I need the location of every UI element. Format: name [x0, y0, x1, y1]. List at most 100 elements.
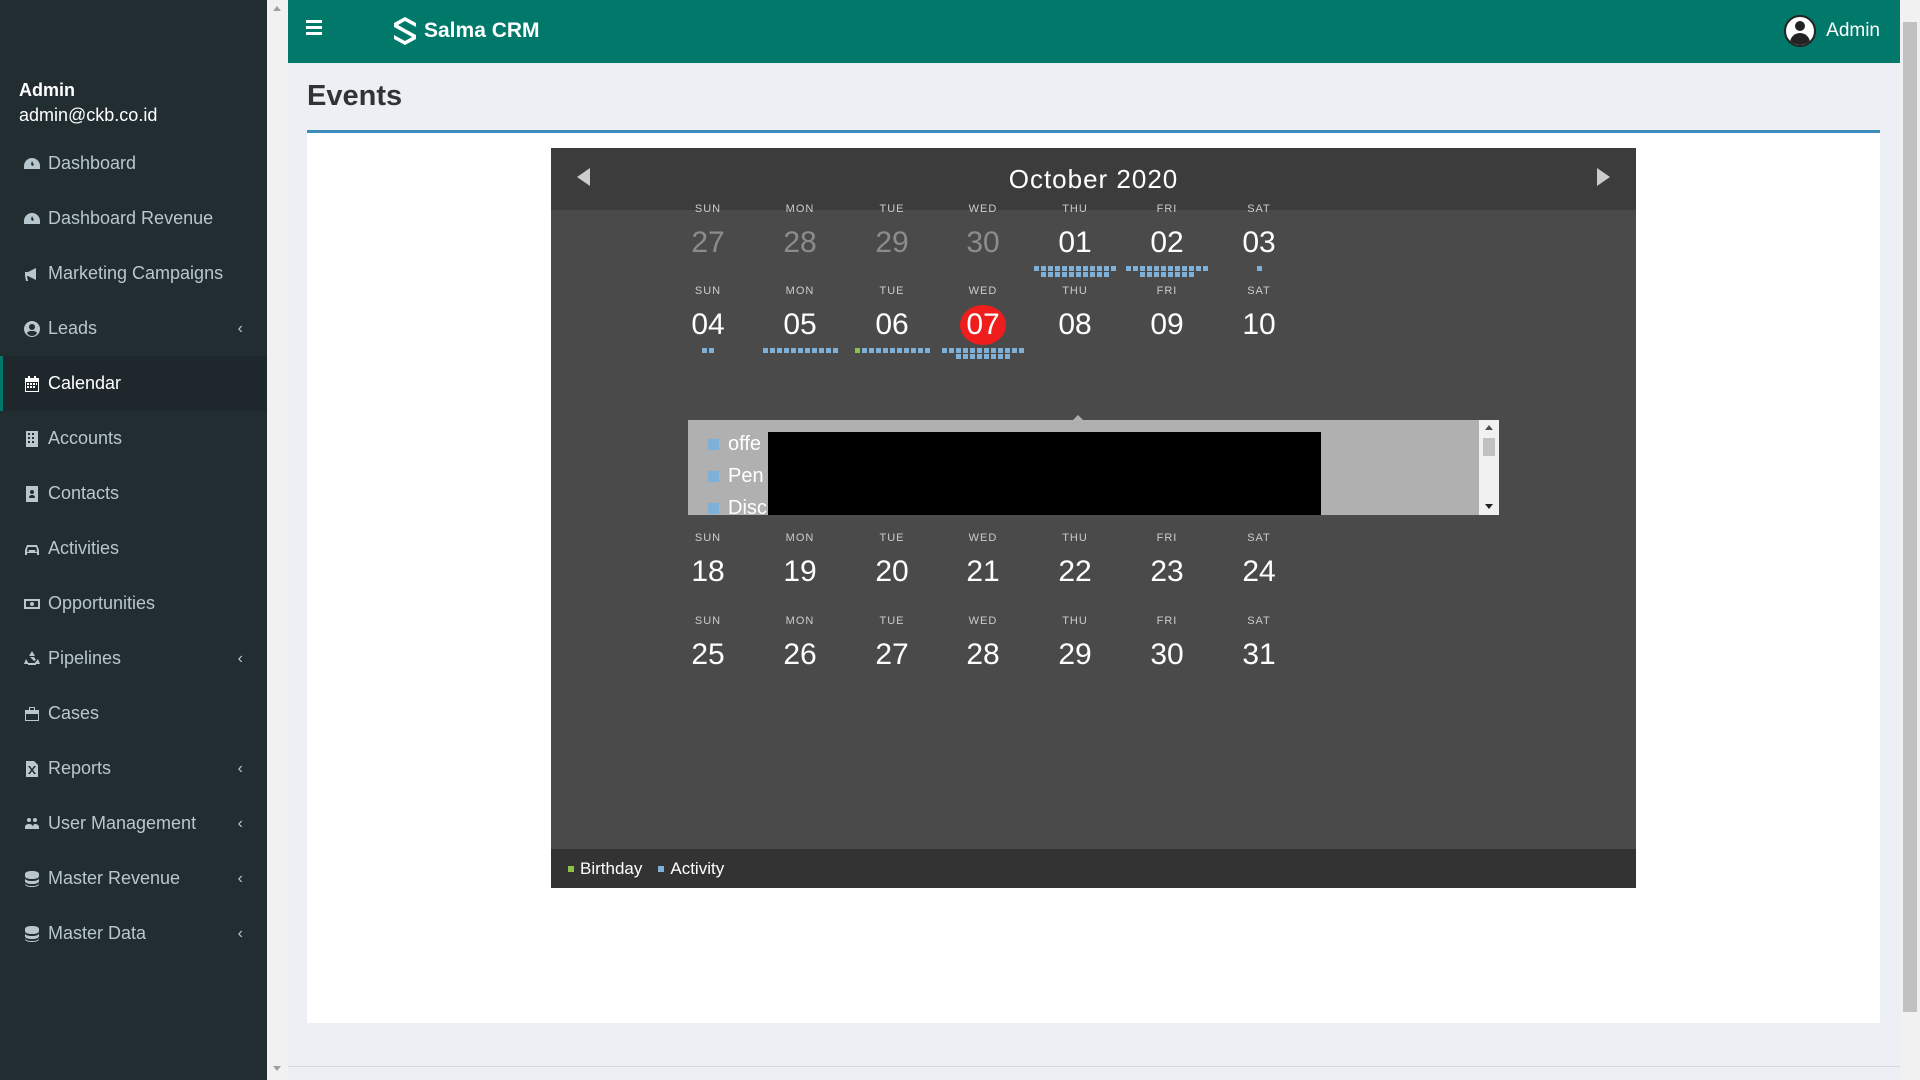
sidebar-scrollbar[interactable]	[267, 0, 288, 1080]
car-icon	[22, 539, 42, 559]
activity-dot	[956, 354, 961, 359]
calendar-day[interactable]: SAT 03	[1204, 203, 1314, 276]
sidebar-item-master-revenue[interactable]: Master Revenue ‹	[0, 851, 267, 906]
activity-dot	[1133, 266, 1138, 271]
activity-dot	[984, 348, 989, 353]
activity-dot	[1090, 272, 1095, 277]
event-dots	[1030, 595, 1120, 605]
sidebar-item-pipelines[interactable]: Pipelines ‹	[0, 631, 267, 686]
event-dots	[938, 595, 1028, 605]
day-number: 10	[1242, 308, 1276, 341]
activity-dot	[1005, 354, 1010, 359]
sidebar-item-cases[interactable]: Cases	[0, 686, 267, 741]
calendar-legend: Birthday Activity	[551, 849, 1636, 888]
sidebar-item-calendar[interactable]: Calendar	[0, 356, 267, 411]
popup-scroll-down-icon[interactable]	[1485, 504, 1493, 509]
activity-dot	[970, 348, 975, 353]
redacted-region	[768, 432, 1321, 515]
activity-dot	[1097, 266, 1102, 271]
sidebar-item-contacts[interactable]: Contacts	[0, 466, 267, 521]
sidebar-item-label: Activities	[48, 538, 120, 558]
activity-dot	[1154, 266, 1159, 271]
activity-dot	[868, 348, 874, 353]
sidebar-item-dashboard-revenue[interactable]: Dashboard Revenue	[0, 191, 267, 246]
sidebar-item-dashboard[interactable]: Dashboard	[0, 136, 267, 191]
activity-dot	[825, 348, 831, 353]
event-dots	[1122, 266, 1212, 277]
sidebar-item-label: Reports	[48, 758, 112, 778]
page-title: Events	[307, 80, 403, 112]
popup-scroll-up-icon[interactable]	[1485, 425, 1493, 430]
database-icon	[22, 869, 42, 889]
activity-dot	[1076, 266, 1081, 271]
sidebar-item-label: Contacts	[48, 483, 120, 503]
user-menu[interactable]: Admin	[1784, 15, 1880, 47]
activity-dot	[1104, 272, 1109, 277]
activity-dot	[1161, 266, 1166, 271]
activity-dot	[1041, 272, 1046, 277]
calendar-day[interactable]: SAT 24	[1204, 532, 1314, 605]
activity-dot	[977, 354, 982, 359]
activity-dot	[1041, 266, 1046, 271]
event-bullet-icon	[708, 438, 719, 450]
activity-dot	[1090, 266, 1095, 271]
calendar: October 2020 SUN 27 MON 28 TUE 29 WED 30 THU 01 FR…	[551, 148, 1636, 888]
sidebar-item-activities[interactable]: Activities	[0, 521, 267, 576]
brand-logo[interactable]: Salma CRM	[392, 16, 540, 46]
scroll-up-arrow-icon[interactable]	[273, 6, 281, 11]
activity-dot	[917, 348, 923, 353]
salma-logo-icon	[394, 17, 416, 45]
activity-dot	[1196, 266, 1201, 271]
sidebar-item-opportunities[interactable]: Opportunities	[0, 576, 267, 631]
popup-scrollbar[interactable]	[1479, 420, 1499, 515]
activity-dot	[1182, 272, 1187, 277]
activity-dot	[963, 354, 968, 359]
page-scrollbar-thumb[interactable]	[1903, 22, 1917, 1012]
sidebar-item-label: Leads	[48, 318, 98, 338]
calendar-day[interactable]: SAT 10	[1204, 285, 1314, 358]
page-scrollbar[interactable]	[1900, 0, 1920, 1080]
activity-dot	[1168, 266, 1173, 271]
activity-dot	[1175, 266, 1180, 271]
sidebar-item-master-data[interactable]: Master Data ‹	[0, 906, 267, 961]
next-month-icon[interactable]	[1597, 168, 1610, 186]
activity-dot	[949, 348, 954, 353]
sidebar-item-marketing-campaigns[interactable]: Marketing Campaigns	[0, 246, 267, 301]
event-dots	[1030, 266, 1120, 277]
weekday-label: SAT	[1247, 203, 1271, 215]
activity-dot	[1062, 266, 1067, 271]
sidebar-item-reports[interactable]: Reports ‹	[0, 741, 267, 796]
activity-dot	[1256, 266, 1262, 271]
calendar-day[interactable]: SAT 31	[1204, 615, 1314, 688]
sidebar-item-label: Master Revenue	[48, 868, 181, 888]
activity-dot	[1126, 266, 1131, 271]
sidebar-item-leads[interactable]: Leads ‹	[0, 301, 267, 356]
activity-dot	[1140, 266, 1145, 271]
sidebar-item-label: Marketing Campaigns	[48, 263, 224, 283]
brand-name: Salma CRM	[424, 19, 540, 42]
chevron-left-icon: ‹	[237, 814, 243, 832]
activity-dot	[1097, 272, 1102, 277]
sidebar-item-label: Master Data	[48, 923, 147, 943]
activity-dot	[896, 348, 902, 353]
activity-dot	[977, 348, 982, 353]
sidebar-item-label: Cases	[48, 703, 100, 723]
chevron-left-icon: ‹	[237, 649, 243, 667]
hamburger-menu-icon[interactable]	[306, 20, 322, 35]
activity-dot	[797, 348, 803, 353]
user-name: Admin	[19, 80, 75, 100]
event-title: offe	[728, 433, 761, 455]
event-dots	[1214, 266, 1304, 276]
sidebar-item-user-management[interactable]: User Management ‹	[0, 796, 267, 851]
activity-dot	[1012, 348, 1017, 353]
activity-dot	[861, 348, 867, 353]
sidebar: Admin admin@ckb.co.id Dashboard Dashboard…	[0, 0, 267, 1080]
sidebar-item-label: Pipelines	[48, 648, 122, 668]
activity-dot	[709, 348, 714, 353]
sidebar-item-accounts[interactable]: Accounts	[0, 411, 267, 466]
activity-dot	[783, 348, 789, 353]
scroll-down-arrow-icon[interactable]	[273, 1066, 281, 1071]
popup-scrollbar-thumb[interactable]	[1483, 438, 1495, 456]
event-dots	[755, 678, 845, 688]
briefcase-icon	[22, 704, 42, 724]
